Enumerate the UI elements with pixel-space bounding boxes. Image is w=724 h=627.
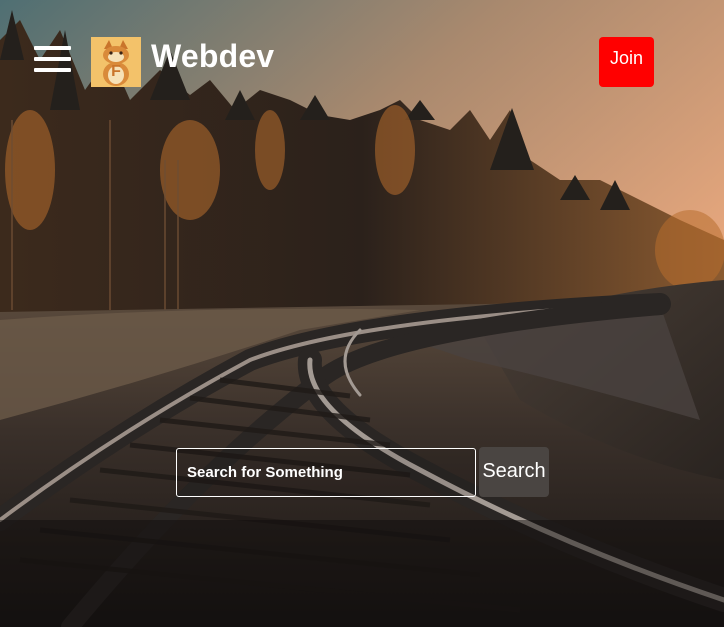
menu-bar	[34, 57, 71, 61]
cat-mascot-logo[interactable]: F	[91, 37, 141, 87]
top-navbar: F Webdev Join	[0, 0, 724, 110]
search-button[interactable]: Search	[479, 447, 549, 497]
hamburger-menu-icon[interactable]	[34, 46, 71, 72]
menu-bar	[34, 46, 71, 50]
search-input[interactable]	[176, 448, 476, 497]
menu-bar	[34, 68, 71, 72]
logo-letter: F	[111, 63, 121, 80]
join-button[interactable]: Join	[599, 37, 654, 87]
brand-name[interactable]: Webdev	[151, 38, 274, 75]
